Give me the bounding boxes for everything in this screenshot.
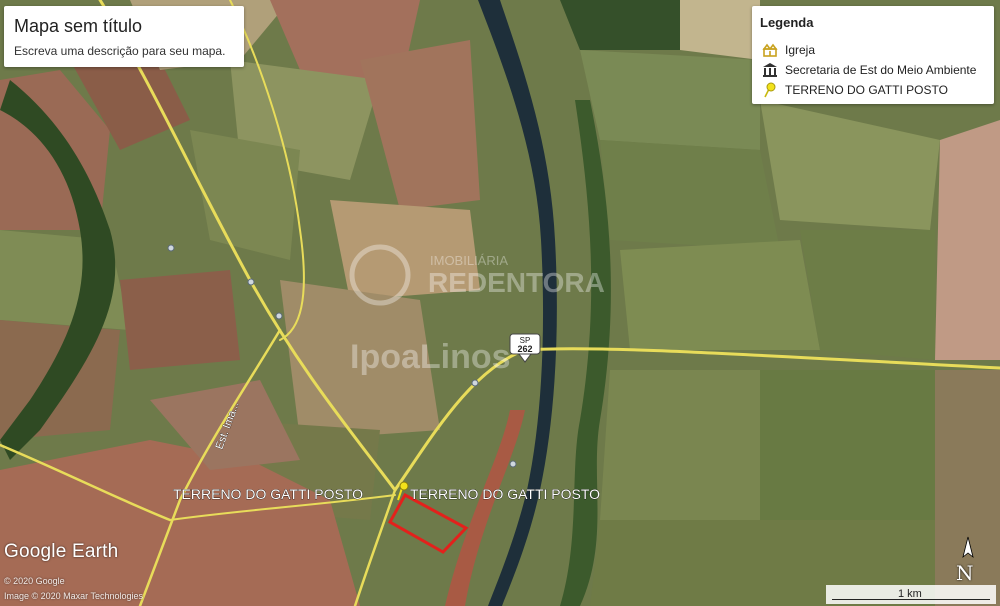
location-dot [247, 278, 255, 286]
google-earth-logo: Google Earth [4, 541, 119, 562]
church-icon [762, 43, 778, 57]
scale-bar-line [832, 599, 990, 600]
watermark-line-2: REDENTORA [428, 267, 605, 298]
watermark-line-3: IpoaLinos [350, 338, 511, 376]
field [120, 270, 240, 370]
compass-north-label: N [956, 561, 974, 585]
scale-bar: 1 km [826, 585, 996, 604]
location-dot [167, 244, 175, 252]
field [620, 240, 820, 350]
legend-item-label: TERRENO DO GATTI POSTO [785, 83, 948, 97]
location-dot [509, 460, 517, 468]
placemark-label[interactable]: TERRENO DO GATTI POSTO [410, 486, 601, 503]
copyright-google: © 2020 Google [4, 576, 65, 586]
location-dot [471, 379, 479, 387]
map-title[interactable]: Mapa sem título [14, 16, 142, 37]
field [580, 50, 760, 150]
legend-item-label: Igreja [785, 43, 816, 57]
copyright-imagery: Image © 2020 Maxar Technologies [4, 591, 144, 601]
legend-item-secretaria[interactable]: Secretaria de Est do Meio Ambiente [762, 62, 976, 78]
government-building-icon [763, 63, 777, 77]
placemark-label[interactable]: TERRENO DO GATTI POSTO [173, 486, 364, 503]
location-dot [275, 312, 283, 320]
map-description[interactable]: Escreva uma descrição para seu mapa. [14, 44, 225, 58]
legend-heading: Legenda [760, 15, 814, 30]
field [680, 0, 760, 60]
road-shield-number: 262 [517, 344, 532, 354]
field [600, 370, 760, 520]
field [935, 120, 1000, 360]
legend-item-terreno[interactable]: TERRENO DO GATTI POSTO [762, 82, 948, 98]
field [760, 370, 935, 520]
field [600, 140, 780, 250]
watermark-line-1: IMOBILIÁRIA [430, 253, 508, 268]
field [800, 230, 935, 360]
legend-item-igreja[interactable]: Igreja [762, 42, 815, 58]
legend-panel: Legenda Igreja Secretaria de Est do Meio… [752, 6, 994, 104]
legend-item-label: Secretaria de Est do Meio Ambiente [785, 63, 977, 77]
map-title-panel: Mapa sem título Escreva uma descrição pa… [4, 6, 244, 67]
field [560, 0, 680, 50]
yellow-pushpin-icon [764, 82, 776, 98]
